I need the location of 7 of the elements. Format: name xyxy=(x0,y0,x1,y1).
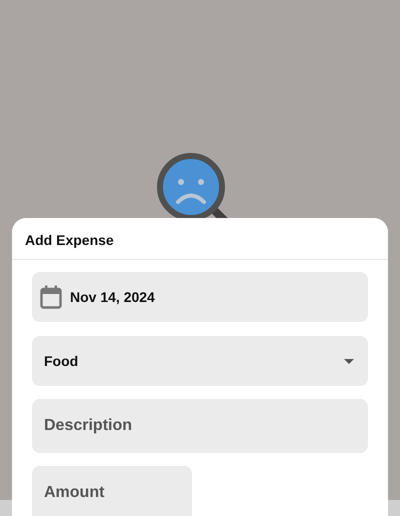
calendar-icon xyxy=(40,285,62,309)
date-field[interactable]: Nov 14, 2024 xyxy=(32,272,368,322)
amount-field[interactable]: Amount xyxy=(32,466,192,516)
dropdown-caret-icon xyxy=(344,358,354,364)
description-field[interactable]: Description xyxy=(32,399,368,453)
sheet-title: Add Expense xyxy=(25,232,114,248)
category-dropdown[interactable]: Food xyxy=(32,336,368,386)
